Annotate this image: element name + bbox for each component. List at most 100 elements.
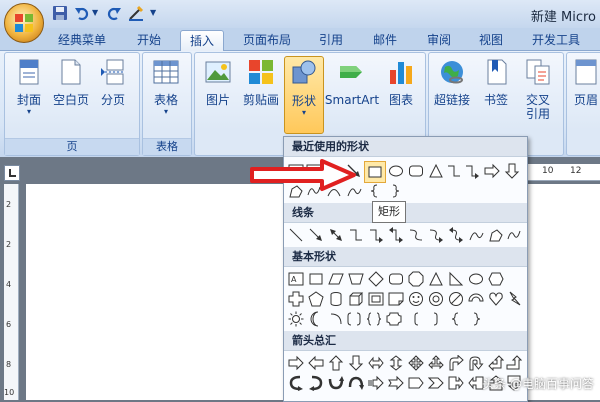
left-right-up-arrow-shape-icon[interactable] [428, 355, 444, 371]
save-button[interactable] [52, 5, 68, 21]
page-break-button[interactable]: 分页 [92, 58, 134, 107]
rectangle-shape-icon[interactable] [308, 271, 324, 287]
clipart-button[interactable]: 剪贴画 [238, 58, 284, 107]
bent-up-arrow-shape-icon[interactable] [506, 355, 522, 371]
double-arrow-line-shape-icon[interactable] [328, 227, 344, 243]
double-bracket-shape-icon[interactable] [346, 311, 362, 327]
curved-connector-shape-icon[interactable] [408, 227, 424, 243]
chart-button[interactable]: 图表 [382, 58, 420, 107]
right-bracket-shape-icon[interactable] [428, 311, 444, 327]
u-turn-arrow-shape-icon[interactable] [468, 355, 484, 371]
double-brace-shape-icon[interactable] [366, 311, 382, 327]
table-button[interactable]: 表格 ▾ [144, 58, 188, 117]
rectangle-shape-highlight[interactable] [364, 161, 386, 183]
textbox-shape-icon[interactable]: A [288, 271, 304, 287]
elbow-connector-shape-icon[interactable] [348, 227, 364, 243]
curved-double-arrow-connector-shape-icon[interactable] [448, 227, 464, 243]
format-painter-button[interactable] [128, 5, 144, 21]
bevel-shape-icon[interactable] [368, 291, 384, 307]
office-button[interactable] [4, 3, 44, 43]
redo-button[interactable] [106, 5, 122, 21]
tab-mailings[interactable]: 邮件 [362, 30, 408, 50]
parallelogram-shape-icon[interactable] [328, 271, 344, 287]
octagon-shape-icon[interactable] [408, 271, 424, 287]
hexagon-shape-icon[interactable] [488, 271, 504, 287]
can-shape-icon[interactable] [328, 291, 344, 307]
document-page-right[interactable] [528, 184, 600, 400]
oval-shape-icon[interactable] [388, 163, 404, 179]
no-symbol-shape-icon[interactable] [448, 291, 464, 307]
up-down-arrow-shape-icon[interactable] [388, 355, 404, 371]
picture-button[interactable]: 图片 [198, 58, 238, 107]
tab-page-layout[interactable]: 页面布局 [236, 30, 298, 50]
heart-shape-icon[interactable] [488, 291, 504, 307]
chevron-arrow-shape-icon[interactable] [428, 375, 444, 391]
diamond-shape-icon[interactable] [368, 271, 384, 287]
block-arc-shape-icon[interactable] [468, 291, 484, 307]
left-arrow-shape-icon[interactable] [308, 355, 324, 371]
left-brace-shape-icon[interactable] [368, 183, 384, 199]
lightning-bolt-shape-icon[interactable] [506, 291, 522, 307]
moon-shape-icon[interactable] [308, 311, 324, 327]
down-arrow-shape-icon[interactable] [504, 163, 520, 179]
document-page[interactable] [26, 184, 284, 400]
freeform-shape-icon[interactable] [488, 227, 504, 243]
ruler-tab-selector[interactable] [4, 165, 20, 181]
curved-right-arrow-shape-icon[interactable] [288, 375, 304, 391]
right-arrow-shape-icon[interactable] [484, 163, 500, 179]
notched-right-arrow-shape-icon[interactable] [388, 375, 404, 391]
curved-left-arrow-shape-icon[interactable] [308, 375, 324, 391]
left-right-arrow-shape-icon[interactable] [368, 355, 384, 371]
triangle-shape-icon[interactable] [428, 163, 444, 179]
elbow-double-arrow-connector-shape-icon[interactable] [388, 227, 404, 243]
cover-page-button[interactable]: 封面 ▾ [8, 58, 50, 117]
triangle-shape-icon[interactable] [428, 271, 444, 287]
tab-home[interactable]: 开始 [126, 30, 172, 50]
up-arrow-shape-icon[interactable] [328, 355, 344, 371]
shapes-button[interactable]: 形状 ▾ [284, 56, 324, 134]
curved-up-arrow-shape-icon[interactable] [328, 375, 344, 391]
quad-arrow-shape-icon[interactable] [408, 355, 424, 371]
quick-access-dropdown-icon[interactable]: ▼ [150, 8, 156, 17]
hyperlink-button[interactable]: 超链接 [430, 58, 474, 107]
tab-references[interactable]: 引用 [308, 30, 354, 50]
blank-page-button[interactable]: 空白页 [50, 58, 92, 107]
elbow-arrow-connector-shape-icon[interactable] [464, 163, 480, 179]
plaque-shape-icon[interactable] [386, 311, 402, 327]
right-brace-shape-icon[interactable] [386, 183, 402, 199]
arc-shape-icon[interactable] [328, 311, 344, 327]
tab-insert[interactable]: 插入 [180, 30, 224, 51]
right-brace-shape-icon[interactable] [468, 311, 484, 327]
trapezoid-shape-icon[interactable] [348, 271, 364, 287]
undo-button[interactable] [74, 5, 90, 21]
rounded-rectangle-shape-icon[interactable] [388, 271, 404, 287]
folded-corner-shape-icon[interactable] [388, 291, 404, 307]
right-arrow-callout-shape-icon[interactable] [448, 375, 464, 391]
curved-arrow-connector-shape-icon[interactable] [428, 227, 444, 243]
pentagon-arrow-shape-icon[interactable] [408, 375, 424, 391]
cross-reference-button[interactable]: 交叉 引用 [518, 58, 558, 121]
undo-dropdown-icon[interactable]: ▼ [92, 8, 98, 17]
bent-arrow-shape-icon[interactable] [448, 355, 464, 371]
tab-view[interactable]: 视图 [468, 30, 514, 50]
smartart-button[interactable]: SmartArt [324, 58, 380, 107]
rounded-rectangle-shape-icon[interactable] [408, 163, 424, 179]
bookmark-button[interactable]: 书签 [476, 58, 516, 107]
cube-shape-icon[interactable] [348, 291, 364, 307]
right-arrow-shape-icon[interactable] [288, 355, 304, 371]
arrow-line-shape-icon[interactable] [308, 227, 324, 243]
scribble-shape-icon[interactable] [506, 227, 522, 243]
left-brace-shape-icon[interactable] [448, 311, 464, 327]
elbow-arrow-connector-shape-icon[interactable] [368, 227, 384, 243]
tab-developer[interactable]: 开发工具 [524, 30, 588, 50]
tab-review[interactable]: 审阅 [416, 30, 462, 50]
left-bracket-shape-icon[interactable] [408, 311, 424, 327]
elbow-connector-shape-icon[interactable] [446, 163, 462, 179]
oval-shape-icon[interactable] [468, 271, 484, 287]
line-shape-icon[interactable] [288, 227, 304, 243]
striped-right-arrow-shape-icon[interactable] [368, 375, 384, 391]
curve-shape-icon[interactable] [468, 227, 484, 243]
left-up-arrow-shape-icon[interactable] [488, 355, 504, 371]
tab-classic-menu[interactable]: 经典菜单 [52, 30, 112, 50]
donut-shape-icon[interactable] [428, 291, 444, 307]
